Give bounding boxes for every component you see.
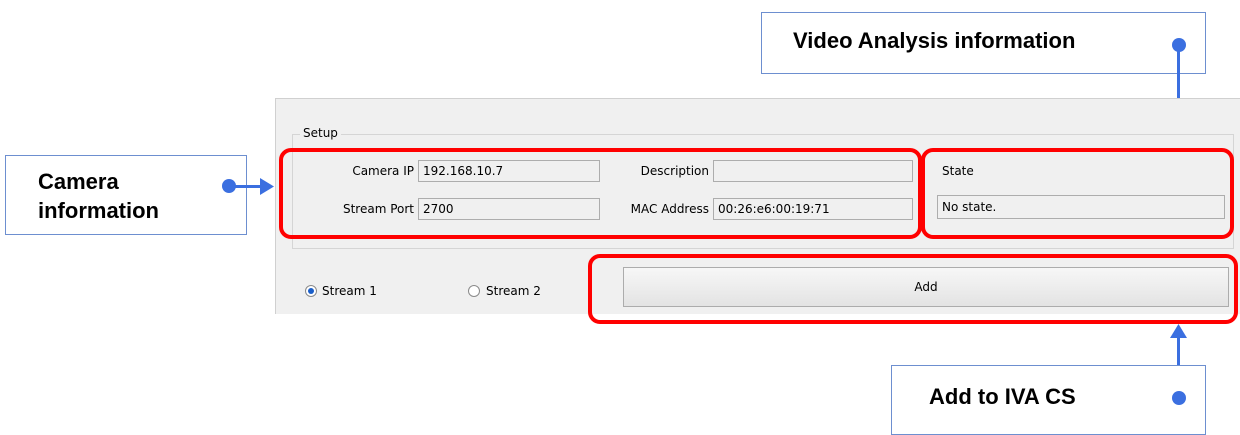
add-button-highlight <box>588 254 1238 324</box>
video-analysis-callout-text: Video Analysis information <box>793 28 1076 53</box>
stream2-radio[interactable] <box>468 285 480 297</box>
stream1-radio[interactable] <box>305 285 317 297</box>
camera-info-highlight <box>279 148 922 239</box>
stream1-label[interactable]: Stream 1 <box>322 284 377 298</box>
video-analysis-callout: Video Analysis information <box>761 12 1206 74</box>
stream2-label[interactable]: Stream 2 <box>486 284 541 298</box>
camera-info-arrow-line <box>229 185 262 188</box>
add-iva-arrowhead-icon <box>1170 324 1187 338</box>
camera-info-callout: Camera information <box>5 155 247 235</box>
camera-info-callout-line2: information <box>38 198 159 223</box>
camera-info-callout-line1: Camera <box>38 169 119 194</box>
add-iva-callout-text: Add to IVA CS <box>929 384 1076 409</box>
video-analysis-highlight <box>921 148 1234 239</box>
camera-info-arrowhead-icon <box>260 178 274 195</box>
add-iva-callout: Add to IVA CS <box>891 365 1206 435</box>
add-iva-dot-icon <box>1172 391 1186 405</box>
setup-group-title: Setup <box>300 126 341 140</box>
